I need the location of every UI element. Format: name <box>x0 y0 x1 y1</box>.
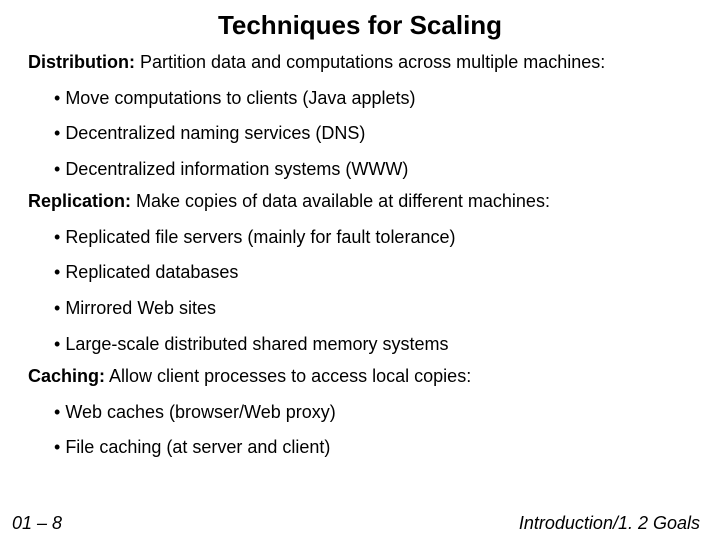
section-lead: Distribution: Partition data and computa… <box>28 51 692 74</box>
section-distribution: Distribution: Partition data and computa… <box>28 51 692 180</box>
list-item: Move computations to clients (Java apple… <box>54 88 692 110</box>
section-replication: Replication: Make copies of data availab… <box>28 190 692 355</box>
footer-right: Introduction/1. 2 Goals <box>519 513 700 534</box>
section-heading: Replication: <box>28 191 131 211</box>
list-item: Decentralized naming services (DNS) <box>54 123 692 145</box>
section-desc: Partition data and computations across m… <box>140 52 605 72</box>
section-heading: Caching: <box>28 366 105 386</box>
section-lead: Replication: Make copies of data availab… <box>28 190 692 213</box>
section-lead: Caching: Allow client processes to acces… <box>28 365 692 388</box>
bullet-list: Web caches (browser/Web proxy) File cach… <box>28 402 692 459</box>
section-desc: Allow client processes to access local c… <box>109 366 471 386</box>
footer-left: 01 – 8 <box>12 513 62 534</box>
slide-title: Techniques for Scaling <box>28 10 692 41</box>
bullet-list: Move computations to clients (Java apple… <box>28 88 692 181</box>
list-item: File caching (at server and client) <box>54 437 692 459</box>
section-caching: Caching: Allow client processes to acces… <box>28 365 692 459</box>
slide: Techniques for Scaling Distribution: Par… <box>0 0 720 540</box>
slide-footer: 01 – 8 Introduction/1. 2 Goals <box>0 513 720 534</box>
bullet-list: Replicated file servers (mainly for faul… <box>28 227 692 355</box>
list-item: Large-scale distributed shared memory sy… <box>54 334 692 356</box>
list-item: Mirrored Web sites <box>54 298 692 320</box>
list-item: Web caches (browser/Web proxy) <box>54 402 692 424</box>
list-item: Replicated file servers (mainly for faul… <box>54 227 692 249</box>
section-heading: Distribution: <box>28 52 135 72</box>
section-desc: Make copies of data available at differe… <box>136 191 550 211</box>
list-item: Decentralized information systems (WWW) <box>54 159 692 181</box>
list-item: Replicated databases <box>54 262 692 284</box>
